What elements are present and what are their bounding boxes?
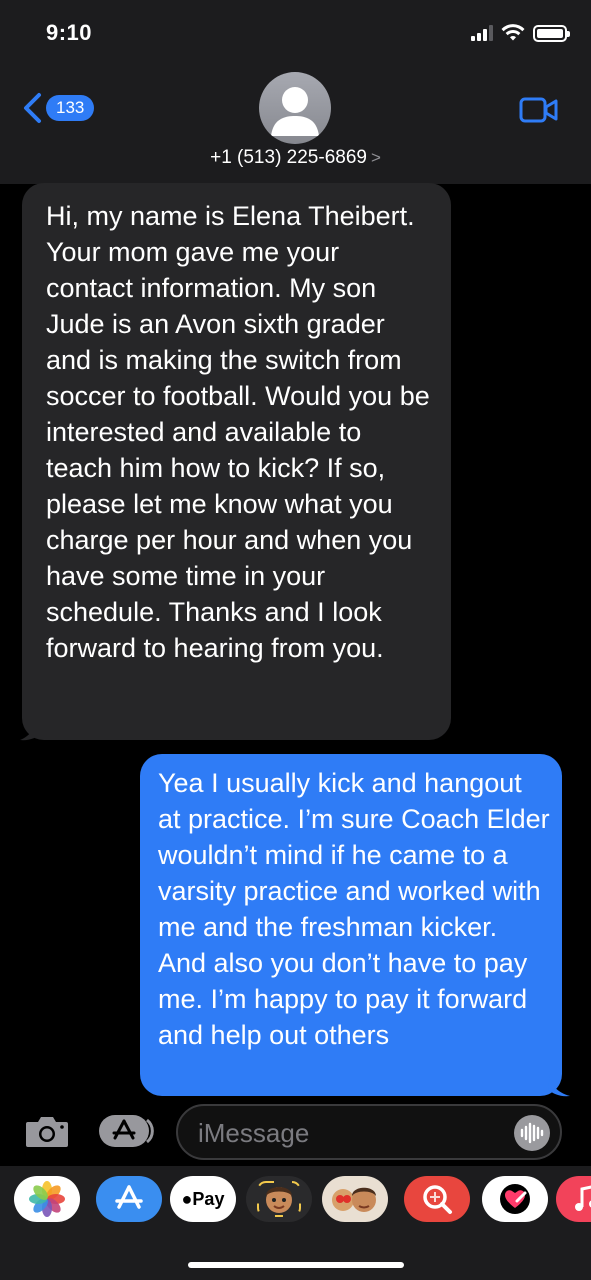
conversation-header: 9:10 133 +1 (513) 225-6869 > — [0, 0, 591, 184]
unread-count-badge: 133 — [46, 95, 95, 121]
outgoing-message-bubble[interactable]: Yea I usually kick and hangout at practi… — [140, 754, 562, 1096]
memoji-stickers-app-button[interactable] — [322, 1176, 388, 1222]
cellular-signal-icon — [471, 25, 493, 41]
message-text: Yea I usually kick and hangout at practi… — [158, 768, 550, 1050]
search-images-icon — [423, 1185, 452, 1214]
home-indicator[interactable] — [188, 1262, 404, 1268]
battery-icon — [533, 24, 570, 42]
video-camera-icon — [519, 97, 558, 123]
compose-bar — [0, 1098, 591, 1166]
digital-touch-icon — [500, 1184, 530, 1214]
imessage-text-field[interactable] — [176, 1104, 562, 1160]
digital-touch-app-button[interactable] — [482, 1176, 548, 1222]
search-images-app-button[interactable] — [404, 1176, 470, 1222]
apple-pay-icon: ●Pay — [182, 1189, 225, 1210]
back-button[interactable]: 133 — [22, 92, 95, 124]
chevron-left-icon — [24, 93, 41, 123]
status-time: 9:10 — [46, 20, 93, 45]
music-icon — [575, 1185, 591, 1211]
camera-icon — [26, 1117, 68, 1147]
apple-pay-label: Pay — [192, 1188, 225, 1209]
wifi-icon — [501, 24, 525, 41]
memoji-app-button[interactable] — [246, 1176, 312, 1222]
app-store-icon — [115, 1185, 143, 1209]
app-store-app-button[interactable] — [96, 1176, 162, 1222]
message-text: Hi, my name is Elena Theibert. Your mom … — [46, 201, 430, 663]
apple-logo-icon: ● — [181, 1188, 193, 1209]
memoji-icon — [257, 1181, 301, 1217]
facetime-video-button[interactable] — [519, 96, 559, 129]
outgoing-bubble-tail — [548, 1074, 570, 1097]
app-store-icon — [99, 1115, 154, 1147]
contact-avatar[interactable] — [259, 72, 331, 144]
chevron-right-icon: > — [370, 148, 381, 167]
audio-record-button[interactable] — [514, 1115, 550, 1151]
photos-app-button[interactable] — [14, 1176, 80, 1222]
memoji-stickers-icon — [332, 1187, 376, 1212]
incoming-bubble-tail — [20, 718, 42, 741]
app-store-button[interactable] — [98, 1112, 154, 1155]
camera-button[interactable] — [24, 1112, 70, 1155]
person-silhouette-icon — [271, 87, 319, 136]
waveform-icon — [520, 1122, 544, 1144]
photos-icon — [29, 1181, 65, 1217]
apple-pay-app-button[interactable]: ●Pay — [170, 1176, 236, 1222]
contact-number: +1 (513) 225-6869 — [210, 147, 367, 168]
status-indicators — [471, 24, 570, 42]
music-app-button[interactable] — [556, 1176, 591, 1222]
contact-name-button[interactable]: +1 (513) 225-6869 > — [0, 147, 591, 169]
incoming-message-bubble[interactable]: Hi, my name is Elena Theibert. Your mom … — [22, 183, 451, 740]
message-input[interactable] — [198, 1116, 498, 1150]
